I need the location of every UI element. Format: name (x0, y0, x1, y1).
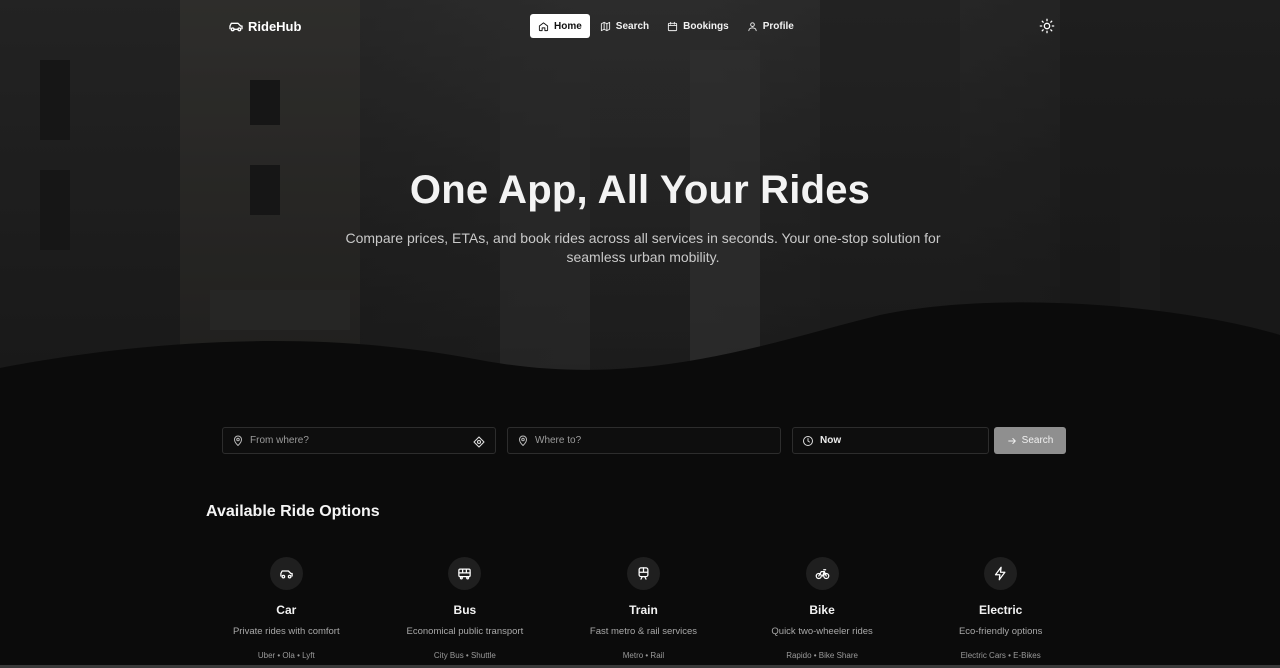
arrow-right-icon (1007, 437, 1016, 444)
brand-logo[interactable]: RideHub (228, 18, 301, 34)
map-icon (600, 21, 610, 31)
home-icon (538, 21, 549, 31)
option-desc: Fast metro & rail services (589, 626, 698, 637)
option-icon-wrap (269, 557, 303, 590)
option-providers: City Bus • Shuttle (433, 651, 496, 660)
nav-home[interactable]: Home (530, 14, 590, 38)
option-desc: Quick two-wheeler rides (771, 626, 873, 637)
search-button-label: Search (1021, 435, 1054, 446)
hero-wave (0, 302, 1280, 390)
locate-icon[interactable] (473, 436, 485, 448)
nav-bookings[interactable]: Bookings (659, 14, 737, 38)
option-train[interactable]: Train Fast metro & rail services Metro •… (554, 557, 733, 660)
bolt-icon (995, 566, 1006, 581)
option-desc: Eco-friendly options (958, 626, 1043, 637)
train-icon (638, 567, 649, 580)
top-navbar: RideHub Home Search Bookings Profile (0, 14, 1280, 38)
from-field[interactable]: From where? (222, 427, 496, 454)
time-field[interactable]: Now (792, 427, 989, 454)
option-providers: Rapido • Bike Share (786, 651, 858, 660)
map-pin-icon (234, 435, 242, 446)
nav-home-label: Home (554, 20, 582, 32)
clock-icon (803, 435, 813, 446)
hero-subtitle: Compare prices, ETAs, and book rides acr… (345, 230, 941, 265)
option-bus[interactable]: Bus Economical public transport City Bus… (376, 557, 555, 660)
option-name: Electric (978, 603, 1023, 617)
option-name: Train (629, 603, 658, 617)
option-name: Bike (809, 603, 835, 617)
option-icon-wrap (448, 557, 482, 590)
sun-icon[interactable] (1039, 18, 1055, 34)
nav-profile[interactable]: Profile (739, 14, 802, 38)
hero-title: One App, All Your Rides (409, 168, 871, 212)
time-value: Now (820, 435, 842, 446)
calendar-icon (668, 21, 678, 31)
option-icon-wrap (626, 557, 660, 590)
to-placeholder: Where to? (535, 435, 582, 446)
option-name: Bus (453, 603, 477, 617)
section-title: Available Ride Options (206, 503, 380, 520)
option-icon-wrap (984, 557, 1018, 590)
nav-bookings-label: Bookings (683, 20, 729, 32)
bus-icon (458, 568, 472, 580)
option-car[interactable]: Car Private rides with comfort Uber • Ol… (197, 557, 376, 660)
car-icon (280, 570, 293, 579)
option-electric[interactable]: Electric Eco-friendly options Electric C… (911, 557, 1090, 660)
user-icon (748, 21, 757, 31)
from-placeholder: From where? (250, 435, 309, 446)
car-icon (229, 22, 243, 32)
nav-profile-label: Profile (762, 20, 794, 32)
main-menu: Home Search Bookings Profile (530, 14, 802, 38)
map-pin-icon (519, 435, 527, 446)
option-providers: Electric Cars • E-Bikes (960, 651, 1041, 660)
option-providers: Uber • Ola • Lyft (257, 651, 315, 660)
to-field[interactable]: Where to? (507, 427, 781, 454)
option-desc: Private rides with comfort (232, 626, 340, 637)
bike-icon (815, 569, 829, 580)
option-providers: Metro • Rail (622, 651, 665, 660)
option-icon-wrap (805, 557, 839, 590)
option-bike[interactable]: Bike Quick two-wheeler rides Rapido • Bi… (733, 557, 912, 660)
nav-search-label: Search (615, 20, 650, 32)
ride-options-list: Car Private rides with comfort Uber • Ol… (197, 557, 1090, 660)
brand-name: RideHub (248, 18, 302, 34)
option-desc: Economical public transport (406, 626, 524, 637)
search-button[interactable]: Search (994, 427, 1066, 454)
nav-search[interactable]: Search (592, 14, 657, 38)
option-name: Car (276, 603, 297, 617)
